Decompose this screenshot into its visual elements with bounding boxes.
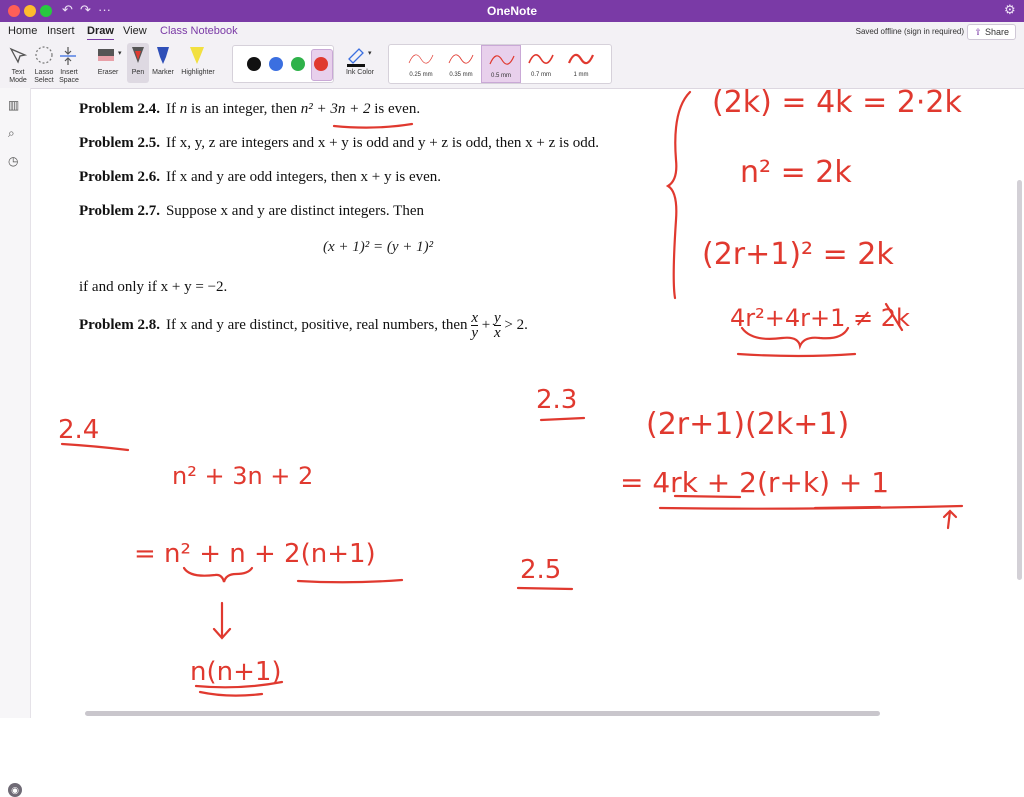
ink-brace-n2n xyxy=(182,566,254,583)
ink-underline-2n1 xyxy=(296,578,404,584)
ink-c0: 2.4 xyxy=(58,415,99,445)
ink-arrow-up xyxy=(942,509,958,530)
ink-underline-2-5 xyxy=(516,586,574,591)
ink-a4: 4r²+4r+1 ≠ 2k xyxy=(730,304,910,332)
horizontal-scrollbar[interactable] xyxy=(85,711,880,716)
ink-b1: (2r+1)(2k+1) xyxy=(646,407,849,442)
ink-c1: n² + 3n + 2 xyxy=(172,462,313,490)
ink-brace xyxy=(665,90,692,300)
ink-underline-nn1-2 xyxy=(198,690,264,697)
ink-underline-b2 xyxy=(658,504,964,510)
ink-annotations[interactable]: (2k) = 4k = 2·2k n² = 2k (2r+1)² = 2k 4r… xyxy=(0,0,1024,718)
ink-c2: = n² + n + 2(n+1) xyxy=(134,539,376,569)
ink-underline-2-3 xyxy=(539,416,586,422)
ink-underline-expr xyxy=(332,122,414,129)
ink-b0: 2.3 xyxy=(536,385,577,415)
ink-underline-rk xyxy=(813,505,882,510)
ink-d0: 2.5 xyxy=(520,555,561,585)
ink-a1: (2k) = 4k = 2·2k xyxy=(712,85,962,120)
account-avatar[interactable]: ◉ xyxy=(8,783,22,797)
ink-a2: n² = 2k xyxy=(740,155,852,190)
ink-underline-4r2 xyxy=(736,352,857,358)
ink-arrow-down xyxy=(212,601,232,640)
ink-b2: = 4rk + 2(r+k) + 1 xyxy=(620,466,889,499)
vertical-scrollbar[interactable] xyxy=(1017,180,1022,580)
ink-c3: n(n+1) xyxy=(190,657,282,687)
ink-a3: (2r+1)² = 2k xyxy=(702,237,894,272)
